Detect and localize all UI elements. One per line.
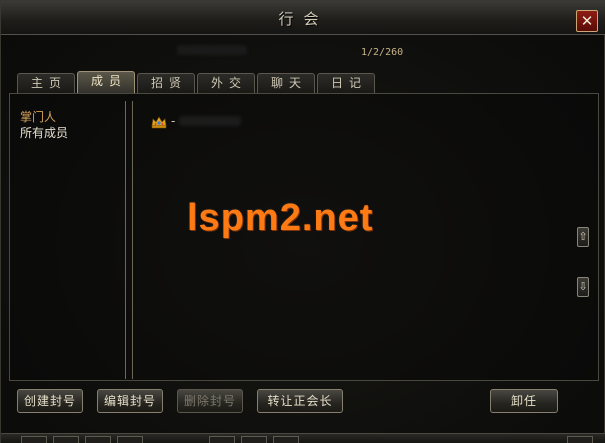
guild-info-row: 1/2/260 (1, 35, 605, 69)
tab-home[interactable]: 主页 (17, 73, 75, 93)
bottom-slot (85, 436, 111, 443)
member-count: 1/2/260 (361, 47, 404, 58)
title-bar[interactable]: 行会 ✕ (1, 1, 605, 35)
rank-list: 掌门人 所有成员 (20, 109, 120, 141)
bottom-slot (241, 436, 267, 443)
guild-name-redacted (177, 45, 247, 55)
unload-button[interactable]: 卸任 (490, 389, 558, 413)
bottom-bar (1, 433, 605, 443)
scroll-up-arrow-icon[interactable]: ⇧ (577, 227, 589, 247)
rank-item-all-members[interactable]: 所有成员 (20, 125, 120, 141)
bottom-slot (117, 436, 143, 443)
close-button[interactable]: ✕ (576, 10, 598, 32)
tab-journal[interactable]: 日记 (317, 73, 375, 93)
rank-item-leader[interactable]: 掌门人 (20, 109, 120, 125)
delete-title-button[interactable]: 删除封号 (177, 389, 243, 413)
edit-title-button[interactable]: 编辑封号 (97, 389, 163, 413)
guild-window: 行会 ✕ 1/2/260 主页 成员 招贤 外交 聊天 日记 掌门人 所有成员 … (0, 0, 605, 443)
tab-recruit[interactable]: 招贤 (137, 73, 195, 93)
transfer-leader-button[interactable]: 转让正会长 (257, 389, 343, 413)
tab-members[interactable]: 成员 (77, 71, 135, 93)
watermark-text: lspm2.net (187, 197, 374, 239)
window-title: 行会 (278, 10, 329, 28)
member-separator: - (171, 114, 176, 128)
panel-divider (125, 101, 133, 379)
bottom-slot (209, 436, 235, 443)
tab-bar: 主页 成员 招贤 外交 聊天 日记 (17, 71, 377, 93)
tab-chat[interactable]: 聊天 (257, 73, 315, 93)
scroll-down-arrow-icon[interactable]: ⇩ (577, 277, 589, 297)
member-name-redacted (179, 116, 242, 126)
crown-icon (151, 114, 167, 129)
bottom-slot (21, 436, 47, 443)
member-row[interactable]: - (151, 113, 242, 129)
bottom-slot (273, 436, 299, 443)
bottom-slot (53, 436, 79, 443)
bottom-slot (567, 436, 593, 443)
tab-diplomacy[interactable]: 外交 (197, 73, 255, 93)
create-title-button[interactable]: 创建封号 (17, 389, 83, 413)
